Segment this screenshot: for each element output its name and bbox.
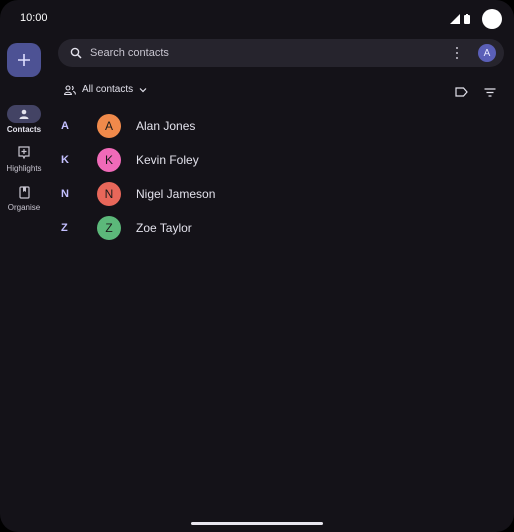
home-indicator[interactable] — [191, 522, 323, 525]
contact-name: Kevin Foley — [136, 153, 199, 167]
search-icon — [70, 47, 82, 59]
nav-item-label: Organise — [7, 203, 41, 212]
contacts-screen: 10:00 Contacts Highlights Organise A — [0, 0, 514, 532]
section-letter: K — [61, 154, 69, 166]
avatar: A — [97, 114, 121, 138]
filter-icon[interactable] — [482, 84, 498, 100]
search-bar[interactable]: A — [58, 39, 504, 67]
chevron-down-icon — [139, 87, 147, 92]
nav-item-label: Contacts — [6, 125, 42, 134]
filter-label: All contacts — [82, 84, 134, 95]
avatar: K — [97, 148, 121, 172]
nav-item-organise[interactable]: Organise — [0, 183, 48, 212]
add-contact-button[interactable] — [7, 43, 41, 77]
list-item[interactable]: A A Alan Jones — [58, 109, 478, 143]
contacts-filter-dropdown[interactable]: All contacts — [64, 84, 147, 95]
nav-item-label: Highlights — [6, 164, 42, 173]
signal-icon — [450, 14, 460, 24]
more-options-icon[interactable] — [450, 46, 464, 60]
contact-name: Nigel Jameson — [136, 187, 216, 201]
contact-name: Alan Jones — [136, 119, 196, 133]
contact-name: Zoe Taylor — [136, 221, 192, 235]
battery-icon — [464, 14, 470, 24]
status-icons — [450, 9, 502, 29]
nav-item-contacts[interactable]: Contacts — [0, 105, 48, 134]
people-icon — [64, 84, 76, 95]
section-letter: N — [61, 188, 69, 200]
list-item[interactable]: N N Nigel Jameson — [58, 177, 478, 211]
highlights-icon — [7, 144, 41, 162]
search-input[interactable] — [90, 47, 430, 59]
status-time: 10:00 — [20, 12, 48, 24]
account-avatar[interactable]: A — [478, 44, 496, 62]
camera-cutout — [482, 9, 502, 29]
organise-icon — [7, 183, 41, 201]
section-letter: Z — [61, 222, 68, 234]
plus-icon — [18, 54, 30, 66]
list-item[interactable]: Z Z Zoe Taylor — [58, 211, 478, 245]
list-item[interactable]: K K Kevin Foley — [58, 143, 478, 177]
avatar: N — [97, 182, 121, 206]
section-letter: A — [61, 120, 69, 132]
person-icon — [7, 105, 41, 123]
avatar: Z — [97, 216, 121, 240]
label-icon[interactable] — [453, 84, 469, 100]
nav-item-highlights[interactable]: Highlights — [0, 144, 48, 173]
